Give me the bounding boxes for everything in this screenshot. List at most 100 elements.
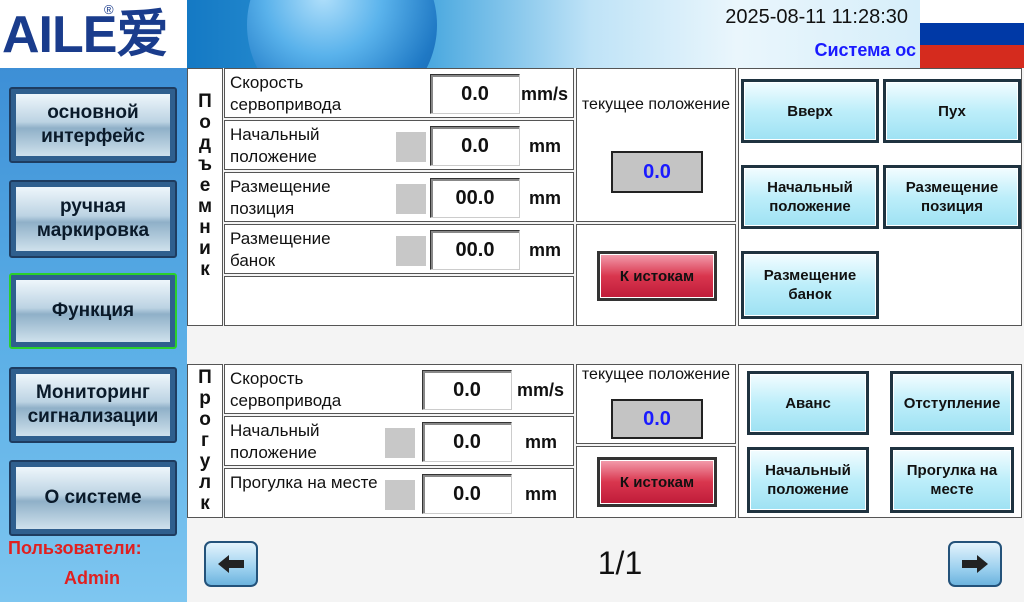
lifter-current-position-panel: текущее положение 0.0 [576,68,736,222]
section-letter: м [197,196,213,217]
row-label: Прогулка на месте [230,473,378,492]
section-letter: к [200,493,210,514]
sidebar: основной интерфейс ручная маркировка Фун… [0,68,187,602]
lifter-place-cans-input[interactable]: 00.0 [430,230,520,270]
lifter-row-start-position: Начальный положение 0.0 mm [224,120,574,170]
walk-section-label-box: Прогулк [187,364,223,518]
arrow-right-icon [962,555,988,573]
walk-current-position-value: 0.0 [611,399,703,439]
unit-label: mm [529,188,562,208]
sidebar-item-manual-marking[interactable]: ручная маркировка [9,180,177,258]
sidebar-item-label: основной интерфейс [16,94,170,156]
lifter-start-position-input[interactable]: 0.0 [430,126,520,166]
sidebar-item-alarm-monitoring[interactable]: Мониторинг сигнализации [9,367,177,443]
sidebar-item-label: О системе [16,467,170,529]
section-letter: и [199,238,211,259]
lifter-down-button[interactable]: Пух [883,79,1021,143]
registered-mark: ® [104,2,114,17]
lifter-current-position-value: 0.0 [611,151,703,193]
lifter-start-position-button[interactable]: Начальный положение [741,165,879,229]
lifter-place-position-input[interactable]: 00.0 [430,178,520,218]
section-letter: о [199,112,211,133]
sidebar-item-function[interactable]: Функция [9,273,177,349]
teach-indicator[interactable] [396,236,426,266]
section-letter: у [199,451,211,472]
current-position-label: текущее положение [581,366,731,383]
walk-to-origin-button[interactable]: К истокам [597,457,717,507]
section-letter: о [199,409,211,430]
lifter-origin-panel: К истокам [576,224,736,326]
button-label: Начальный положение [744,168,876,226]
button-label: Аванс [750,374,866,432]
teach-indicator[interactable] [396,184,426,214]
unit-label: mm/s [517,380,565,400]
sidebar-item-main-interface[interactable]: основной интерфейс [9,87,177,163]
walk-start-position-input[interactable]: 0.0 [422,422,512,462]
lifter-section-label-box: Подъемник [187,68,223,326]
walk-advance-button[interactable]: Аванс [747,371,869,435]
walk-retreat-button[interactable]: Отступление [890,371,1014,435]
lifter-up-button[interactable]: Вверх [741,79,879,143]
sidebar-item-label: Мониторинг сигнализации [16,374,170,436]
lifter-place-cans-button[interactable]: Размещение банок [741,251,879,319]
unit-label: mm [525,432,558,452]
row-label: Размещение позиция [230,177,331,218]
next-page-button[interactable] [948,541,1002,587]
brand-logo: AILE爱乐 ® [0,0,187,126]
teach-indicator[interactable] [385,480,415,510]
button-label: Размещение позиция [886,168,1018,226]
walk-in-place-button[interactable]: Прогулка на месте [890,447,1014,513]
walk-in-place-input[interactable]: 0.0 [422,474,512,514]
button-label: Пух [886,82,1018,140]
walk-start-position-button[interactable]: Начальный положение [747,447,869,513]
lifter-row-empty [224,276,574,326]
walk-current-position-panel: текущее положение 0.0 [576,364,736,444]
row-label: Начальный положение [230,125,320,166]
button-label: К истокам [600,254,714,298]
lifter-row-servo-speed: Скорость сервопривода 0.0 mm/s [224,68,574,118]
current-user: Admin [64,568,120,588]
walk-origin-panel: К истокам [576,446,736,518]
sidebar-item-label: ручная маркировка [16,187,170,251]
system-title: Система ос [814,40,916,60]
section-letter: ъ [198,154,212,175]
prev-page-button[interactable] [204,541,258,587]
russia-flag-icon[interactable] [920,0,1024,68]
unit-label: mm/s [521,84,569,104]
teach-indicator[interactable] [385,428,415,458]
lifter-place-position-button[interactable]: Размещение позиция [883,165,1021,229]
row-label: Размещение банок [230,229,331,270]
walk-section-label: Прогулк [188,367,222,517]
arrow-left-icon [218,555,244,573]
header-banner: 2025-08-11 11:28:30 Система ос [187,0,920,68]
walk-servo-speed-input[interactable]: 0.0 [422,370,512,410]
lifter-to-origin-button[interactable]: К истокам [597,251,717,301]
row-label: Скорость сервопривода [230,73,342,114]
unit-label: mm [529,136,562,156]
row-label: Скорость сервопривода [230,369,342,410]
section-letter: е [199,175,211,196]
teach-indicator[interactable] [396,132,426,162]
lifter-servo-speed-input[interactable]: 0.0 [430,74,520,114]
page-indicator: 1/1 [597,545,643,581]
unit-label: mm [525,484,558,504]
datetime: 2025-08-11 11:28:30 [725,6,908,28]
unit-label: mm [529,240,562,260]
lifter-controls-panel: Вверх Пух Начальный положение Размещение… [738,68,1022,326]
section-letter: П [198,367,212,388]
lifter-section-label: Подъемник [188,91,222,323]
walk-row-start-position: Начальный положение 0.0 mm [224,416,574,466]
walk-controls-panel: Аванс Отступление Начальный положение Пр… [738,364,1022,518]
lifter-row-place-position: Размещение позиция 00.0 mm [224,172,574,222]
sidebar-item-about-system[interactable]: О системе [9,460,177,536]
button-label: Начальный положение [750,450,866,510]
section-letter: П [198,91,212,112]
button-label: Отступление [893,374,1011,432]
sidebar-item-label: Функция [16,280,170,342]
button-label: Прогулка на месте [893,450,1011,510]
lifter-row-place-cans: Размещение банок 00.0 mm [224,224,574,274]
globe-graphic [247,0,437,68]
section-letter: г [201,430,209,451]
section-letter: л [198,472,212,493]
button-label: К истокам [600,460,714,504]
